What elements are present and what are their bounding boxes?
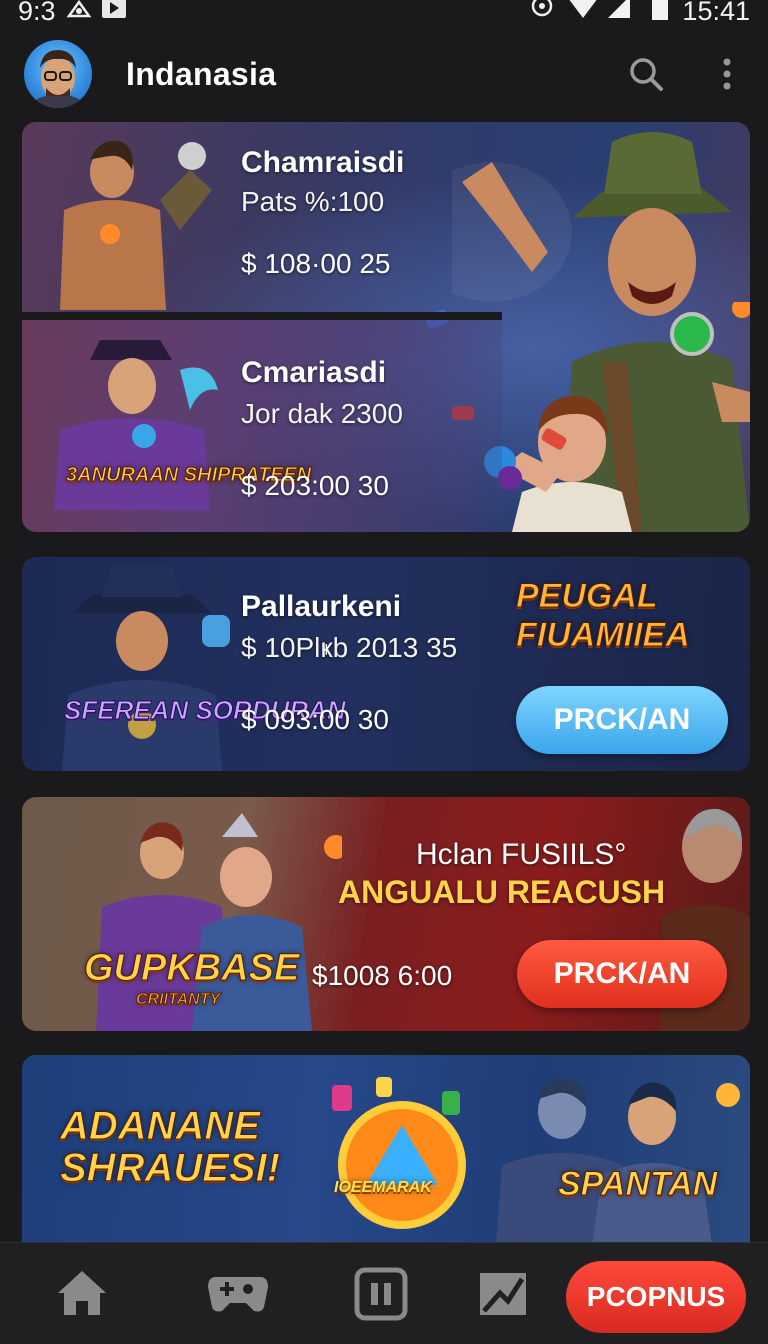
play-now-button[interactable]: PRCK/AN — [517, 940, 727, 1008]
more-vertical-icon — [723, 58, 731, 90]
chart-icon — [480, 1273, 526, 1315]
game-logo: ADANANE SHRAUESI! — [60, 1104, 281, 1190]
game-subtitle: ANGUALU REACUSH — [338, 874, 666, 910]
promotions-button[interactable]: PCOPNUS — [566, 1261, 746, 1333]
nav-live[interactable] — [340, 1243, 424, 1344]
avatar-face-icon — [30, 50, 86, 108]
game-subtitle: Pats %:100 — [241, 186, 385, 217]
play-now-button[interactable]: PRCK/AN — [516, 686, 728, 754]
game-logo: GUPKBASE — [83, 947, 300, 990]
game-logo-right: SPANTAN — [557, 1165, 718, 1204]
gamepad-icon — [208, 1277, 268, 1312]
game-price: $ 093:00 30 — [241, 704, 389, 735]
nav-home[interactable] — [40, 1243, 124, 1344]
game-price: $1008 6:00 — [312, 960, 453, 991]
app-title: Indanasia — [126, 56, 277, 92]
game-price: $ 203:00 30 — [241, 470, 389, 501]
search-icon — [630, 58, 663, 91]
search-button[interactable] — [626, 54, 666, 94]
bottom-navigation: PCOPNUS — [0, 1242, 768, 1344]
game-title: Cmariasdi — [241, 356, 387, 389]
game-subtitle: Jor dak 2300 — [241, 398, 403, 429]
cowboy-hero-art — [62, 565, 230, 771]
warrior-art — [60, 140, 212, 310]
game-title: Chamraisdi — [241, 146, 405, 179]
notification-icon — [66, 0, 92, 18]
play-store-icon — [102, 0, 126, 18]
status-icons — [531, 0, 668, 20]
game-title: Hclan FUSIILS° — [416, 838, 627, 871]
avatar[interactable] — [24, 40, 92, 108]
nav-games[interactable] — [196, 1243, 280, 1344]
game-logo-right: PEUGAL FIUAMIIEA — [516, 577, 691, 655]
status-clock: 15:41 — [682, 0, 750, 26]
treasure-compass-art — [332, 1077, 466, 1229]
game-logo-center: IOEEMARAK — [334, 1179, 432, 1196]
game-logo-sub: CRIITANTY — [135, 991, 221, 1009]
nav-stats[interactable] — [460, 1243, 544, 1344]
game-subtitle: $ 10Plҝb 2013 35 — [241, 632, 458, 663]
pause-square-icon — [354, 1267, 408, 1321]
game-card-adanane[interactable]: ADANANE SHRAUESI! IOEEMARAK SPANTAN — [22, 1055, 750, 1245]
heroes-duo-art — [496, 1078, 740, 1245]
more-options-button[interactable] — [712, 54, 742, 94]
status-bar: 9:3 15:41 — [0, 0, 768, 30]
game-title: Pallaurkeni — [241, 590, 402, 623]
home-icon — [58, 1271, 106, 1315]
game-price: $ 108·00 25 — [241, 248, 391, 279]
card-divider — [22, 312, 502, 320]
app-bar: Indanasia — [0, 30, 768, 118]
status-time: 9:3 — [18, 0, 56, 26]
